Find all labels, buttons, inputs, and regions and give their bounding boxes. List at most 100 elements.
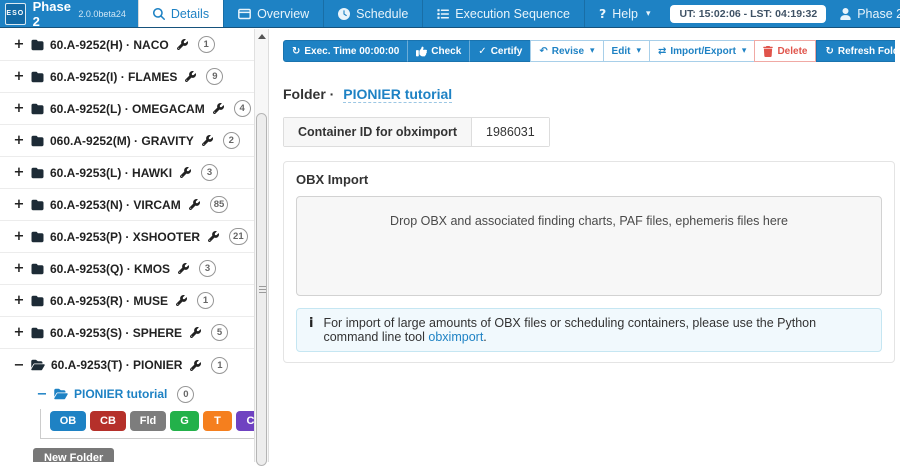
tree-item-label: 060.A-9252(M) · GRAVITY (50, 134, 194, 148)
expand-icon[interactable]: + (13, 293, 25, 308)
scroll-up-arrow-icon[interactable] (258, 34, 266, 39)
main-content: ↻ Exec. Time 00:00:00 Check ✓ Certify ↶ … (270, 29, 900, 462)
account-menu[interactable]: Phase 2 Tutorial account ▾ (826, 0, 900, 27)
folder-icon (31, 327, 44, 339)
collapse-icon[interactable]: − (13, 358, 25, 373)
list-icon (437, 8, 449, 20)
tree-item-sphere[interactable]: + 60.A-9253(S) · SPHERE 5 (0, 317, 254, 349)
wrench-icon (178, 263, 189, 274)
certify-button[interactable]: ✓ Certify (469, 40, 531, 62)
wrench-icon (189, 199, 200, 210)
tree-item-label: 60.A-9253(R) · MUSE (50, 294, 168, 308)
tab-details[interactable]: Details (138, 0, 223, 27)
thumbs-up-icon (416, 46, 427, 57)
tree-item-xshooter[interactable]: + 60.A-9253(P) · XSHOOTER 21 (0, 221, 254, 253)
tree-item-vircam[interactable]: + 60.A-9253(N) · VIRCAM 85 (0, 189, 254, 221)
app-title: Phase 2 (33, 0, 75, 29)
edit-button[interactable]: Edit ▾ (603, 40, 650, 62)
question-icon: ? (599, 6, 606, 21)
collapse-icon[interactable]: − (36, 387, 48, 402)
ob-count-badge: 0 (177, 386, 194, 403)
app-version: 2.0.0beta24 (78, 9, 126, 19)
new-fld-button[interactable]: Fld (130, 411, 166, 431)
container-id-table: Container ID for obximport 1986031 (283, 117, 550, 147)
folder-icon (31, 39, 44, 51)
obx-import-panel: OBX Import Drop OBX and associated findi… (283, 161, 895, 363)
expand-icon[interactable]: + (13, 37, 25, 52)
expand-icon[interactable]: + (13, 133, 25, 148)
wrench-icon (208, 231, 219, 242)
new-t-button[interactable]: T (203, 411, 232, 431)
tree-item-label: 60.A-9253(Q) · KMOS (50, 262, 170, 276)
new-g-button[interactable]: G (170, 411, 199, 431)
expand-icon[interactable]: + (13, 197, 25, 212)
new-ob-button[interactable]: OB (50, 411, 86, 431)
tree-item-naco[interactable]: + 60.A-9252(H) · NACO 1 (0, 29, 254, 61)
sidebar-scrollbar[interactable] (255, 29, 269, 462)
folder-icon (31, 231, 44, 243)
help-menu[interactable]: ? Help ▾ (584, 0, 665, 27)
tree-item-label: 60.A-9252(L) · OMEGACAM (50, 102, 205, 116)
tab-execution-sequence[interactable]: Execution Sequence (422, 0, 584, 27)
tree-item-muse[interactable]: + 60.A-9253(R) · MUSE 1 (0, 285, 254, 317)
refresh-folder-button[interactable]: ↻ Refresh Folder (816, 40, 895, 62)
container-id-value: 1986031 (472, 118, 549, 146)
clock-icon (338, 8, 350, 20)
ob-count-badge: 21 (229, 228, 248, 245)
import-export-button[interactable]: ⇄ Import/Export ▾ (649, 40, 755, 62)
expand-icon[interactable]: + (13, 101, 25, 116)
info-icon: i (309, 316, 313, 331)
folder-toolbar: ↻ Exec. Time 00:00:00 Check ✓ Certify ↶ … (283, 40, 895, 62)
tree-item-kmos[interactable]: + 60.A-9253(Q) · KMOS 3 (0, 253, 254, 285)
expand-icon[interactable]: + (13, 325, 25, 340)
new-c-button[interactable]: C (236, 411, 255, 431)
ob-count-badge: 4 (234, 100, 251, 117)
tree-item-pionier[interactable]: − 60.A-9253(T) · PIONIER 1 (0, 349, 254, 381)
revise-button[interactable]: ↶ Revise ▾ (530, 40, 603, 62)
tree-item-flames[interactable]: + 60.A-9252(I) · FLAMES 9 (0, 61, 254, 93)
refresh-icon: ↻ (292, 46, 300, 57)
search-icon (153, 8, 165, 20)
tree-item-pionier-tutorial[interactable]: − PIONIER tutorial 0 (0, 383, 254, 405)
exec-time-button[interactable]: ↻ Exec. Time 00:00:00 (283, 40, 408, 62)
tab-schedule[interactable]: Schedule (323, 0, 422, 27)
tree-item-gravity[interactable]: + 060.A-9252(M) · GRAVITY 2 (0, 125, 254, 157)
tree-item-omegacam[interactable]: + 60.A-9252(L) · OMEGACAM 4 (0, 93, 254, 125)
tree-item-hawki[interactable]: + 60.A-9253(L) · HAWKI 3 (0, 157, 254, 189)
obx-dropzone[interactable]: Drop OBX and associated finding charts, … (296, 196, 882, 296)
wrench-icon (176, 295, 187, 306)
folder-name-link[interactable]: PIONIER tutorial (343, 86, 452, 103)
folder-icon (31, 71, 44, 83)
folder-open-icon (31, 359, 45, 371)
scrollbar-thumb[interactable] (256, 113, 267, 466)
expand-icon[interactable]: + (13, 165, 25, 180)
ob-count-badge: 3 (201, 164, 218, 181)
tree-item-label: 60.A-9252(H) · NACO (50, 38, 169, 52)
trash-icon (763, 46, 773, 57)
new-cb-button[interactable]: CB (90, 411, 126, 431)
obximport-link[interactable]: obximport (428, 330, 483, 344)
folder-heading-label: Folder · (283, 86, 334, 102)
folder-icon (31, 135, 44, 147)
new-item-buttons: OB CB Fld G T C (40, 409, 254, 439)
tab-schedule-label: Schedule (356, 7, 408, 21)
ob-count-badge: 5 (211, 324, 228, 341)
delete-button[interactable]: Delete (754, 40, 816, 62)
app-brand[interactable]: ESO Phase 2 2.0.0beta24 (0, 0, 138, 27)
obx-import-title: OBX Import (296, 172, 882, 187)
eso-logo: ESO (5, 3, 26, 25)
expand-icon[interactable]: + (13, 261, 25, 276)
scrollbar-grip (259, 286, 266, 294)
wrench-icon (213, 103, 224, 114)
expand-icon[interactable]: + (13, 69, 25, 84)
folder-icon (31, 263, 44, 275)
expand-icon[interactable]: + (13, 229, 25, 244)
tab-overview[interactable]: Overview (223, 0, 323, 27)
undo-icon: ↶ (539, 46, 547, 57)
tab-execution-sequence-label: Execution Sequence (455, 7, 570, 21)
tree-item-label: 60.A-9253(S) · SPHERE (50, 326, 182, 340)
tree-item-label: PIONIER tutorial (74, 387, 167, 401)
new-folder-button[interactable]: New Folder (33, 448, 114, 462)
check-button[interactable]: Check (407, 40, 470, 62)
tree-item-label: 60.A-9253(N) · VIRCAM (50, 198, 181, 212)
